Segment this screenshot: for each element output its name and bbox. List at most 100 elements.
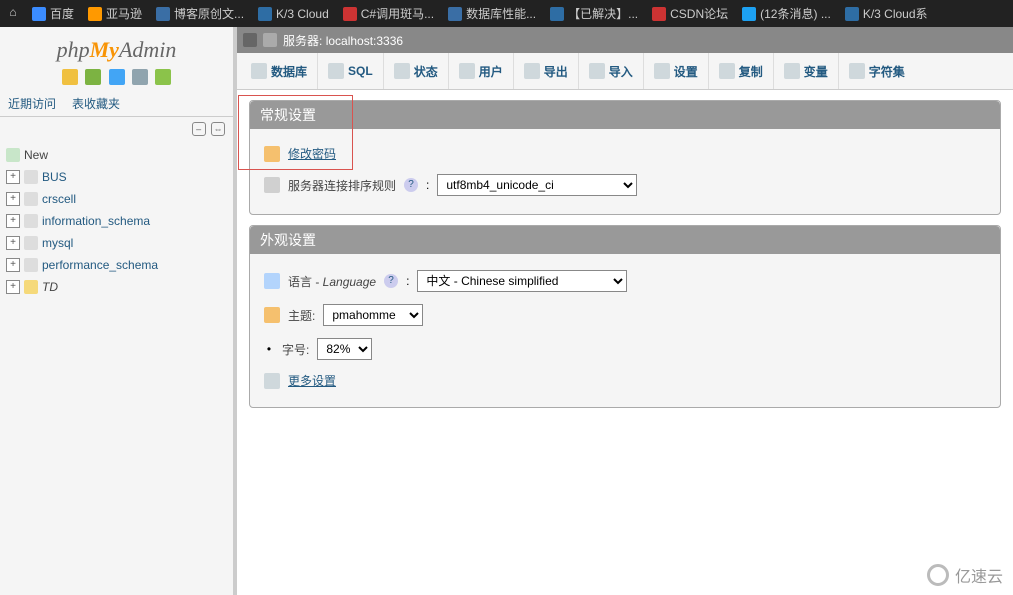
vars-icon: [784, 63, 800, 79]
watermark-icon: [927, 564, 949, 586]
db-icon: [24, 280, 38, 294]
collation-icon: [264, 177, 280, 193]
expand-icon[interactable]: +: [6, 280, 20, 294]
watermark: 亿速云: [927, 563, 1003, 587]
db-icon: [24, 192, 38, 206]
db-icon: [24, 258, 38, 272]
home-icon[interactable]: [62, 69, 78, 85]
theme-select[interactable]: pmahomme: [323, 304, 423, 326]
browser-tab[interactable]: 【已解决】...: [546, 5, 642, 22]
language-icon: [264, 273, 280, 289]
main-panel: 服务器: localhost:3336 数据库 SQL 状态 用户 导出 导入 …: [237, 27, 1013, 595]
browser-tab[interactable]: (12条消息) ...: [738, 5, 835, 22]
collation-select[interactable]: utf8mb4_unicode_ci: [437, 174, 637, 196]
tab-status[interactable]: 状态: [383, 53, 448, 89]
font-select[interactable]: 82%: [317, 338, 372, 360]
change-password-link[interactable]: 修改密码: [288, 145, 336, 162]
logout-icon[interactable]: [85, 69, 101, 85]
import-icon: [589, 63, 605, 79]
bullet-icon: •: [264, 342, 274, 356]
more-settings-row: 更多设置: [250, 366, 1000, 395]
tree-db[interactable]: +mysql: [2, 232, 231, 254]
tree-db-selected[interactable]: +TD: [2, 276, 231, 298]
db-icon: [24, 236, 38, 250]
tab-settings[interactable]: 设置: [643, 53, 708, 89]
tab-replication[interactable]: 复制: [708, 53, 773, 89]
reload-icon[interactable]: [155, 69, 171, 85]
more-settings-link[interactable]: 更多设置: [288, 372, 336, 389]
favicon-csdn: [652, 7, 666, 21]
browser-tab[interactable]: K/3 Cloud: [254, 7, 333, 21]
link-icon[interactable]: ⇔: [211, 122, 225, 136]
tab-sql[interactable]: SQL: [317, 53, 383, 89]
tab-users[interactable]: 用户: [448, 53, 513, 89]
export-icon: [524, 63, 540, 79]
browser-tab[interactable]: K/3 Cloud系: [841, 5, 932, 22]
new-db-icon: [6, 148, 20, 162]
users-icon: [459, 63, 475, 79]
watermark-text: 亿速云: [955, 563, 1003, 587]
browser-tab[interactable]: C#调用斑马...: [339, 5, 438, 22]
language-select[interactable]: 中文 - Chinese simplified: [417, 270, 627, 292]
browser-tab[interactable]: CSDN论坛: [648, 5, 732, 22]
tab-export[interactable]: 导出: [513, 53, 578, 89]
tab-import[interactable]: 导入: [578, 53, 643, 89]
favicon-baidu: [32, 7, 46, 21]
browser-tab[interactable]: 百度: [28, 5, 78, 22]
main-tabs: 数据库 SQL 状态 用户 导出 导入 设置 复制 变量 字符集: [237, 53, 1013, 90]
wrench-icon: [264, 373, 280, 389]
settings-icon[interactable]: [132, 69, 148, 85]
favicon-amazon: [88, 7, 102, 21]
browser-tab[interactable]: 数据库性能...: [444, 5, 540, 22]
expand-icon[interactable]: +: [6, 214, 20, 228]
key-icon: [264, 146, 280, 162]
tree-db[interactable]: +BUS: [2, 166, 231, 188]
general-settings-panel: 常规设置 修改密码 服务器连接排序规则 ?: utf8mb4_unicode_c…: [249, 100, 1001, 215]
panel-title: 外观设置: [250, 226, 1000, 254]
tree-db[interactable]: +performance_schema: [2, 254, 231, 276]
favicon-k3: [258, 7, 272, 21]
tab-databases[interactable]: 数据库: [241, 53, 317, 89]
settings-icon: [654, 63, 670, 79]
expand-icon[interactable]: +: [6, 170, 20, 184]
change-password-row: 修改密码: [250, 139, 1000, 168]
db-icon: [251, 63, 267, 79]
charset-icon: [849, 63, 865, 79]
language-row: 语言 - Language ?: 中文 - Chinese simplified: [250, 264, 1000, 298]
db-icon: [24, 170, 38, 184]
collapse-icon[interactable]: –: [192, 122, 206, 136]
db-tree: New +BUS +crscell +information_schema +m…: [0, 140, 233, 302]
panel-title: 常规设置: [250, 101, 1000, 129]
help-icon[interactable]: ?: [384, 274, 398, 288]
tab-variables[interactable]: 变量: [773, 53, 838, 89]
server-label: 服务器: localhost:3336: [283, 32, 403, 49]
expand-icon[interactable]: +: [6, 258, 20, 272]
nav-left-icon[interactable]: [243, 33, 257, 47]
help-icon[interactable]: ?: [404, 178, 418, 192]
browser-tab[interactable]: 博客原创文...: [152, 5, 248, 22]
server-icon: [263, 33, 277, 47]
theme-label: 主题:: [288, 307, 315, 324]
browser-tab[interactable]: 亚马逊: [84, 5, 146, 22]
favorites-tab[interactable]: 表收藏夹: [64, 91, 128, 116]
theme-row: 主题: pmahomme: [250, 298, 1000, 332]
favicon-k: [550, 7, 564, 21]
browser-tab-strip: ⌂ 百度 亚马逊 博客原创文... K/3 Cloud C#调用斑马... 数据…: [0, 0, 1013, 27]
theme-icon: [264, 307, 280, 323]
home-icon[interactable]: ⌂: [4, 5, 22, 23]
recent-tab[interactable]: 近期访问: [0, 91, 64, 116]
phpmyadmin-logo[interactable]: phpMyAdmin: [0, 27, 233, 67]
docs-icon[interactable]: [109, 69, 125, 85]
collation-label: 服务器连接排序规则: [288, 177, 396, 194]
expand-icon[interactable]: +: [6, 236, 20, 250]
expand-icon[interactable]: +: [6, 192, 20, 206]
tree-db[interactable]: +crscell: [2, 188, 231, 210]
favicon-msg: [742, 7, 756, 21]
font-label: 字号:: [282, 341, 309, 358]
sidebar: phpMyAdmin 近期访问 表收藏夹 – ⇔ New +BUS +crsce…: [0, 27, 237, 595]
tree-db[interactable]: +information_schema: [2, 210, 231, 232]
replication-icon: [719, 63, 735, 79]
tab-charsets[interactable]: 字符集: [838, 53, 915, 89]
tree-new[interactable]: New: [2, 144, 231, 166]
db-icon: [24, 214, 38, 228]
